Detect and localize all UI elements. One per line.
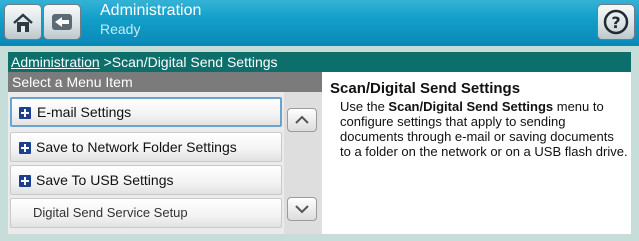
breadcrumb: Administration >Scan/Digital Send Settin… [8,52,631,72]
plus-icon [19,175,31,187]
chevron-down-icon [295,205,309,214]
help-title: Scan/Digital Send Settings [330,80,521,97]
menu-item-label: Save to Network Folder Settings [36,139,237,155]
menu-scrollbar [284,92,322,234]
menu-item-label: E-mail Settings [37,104,132,120]
help-pane: Scan/Digital Send Settings Use the Scan/… [330,80,628,159]
menu-item-label: Save To USB Settings [36,172,174,188]
help-icon: ? [603,9,629,35]
breadcrumb-link-administration[interactable]: Administration [11,54,100,70]
main-panel: Select a Menu Item E-mail Settings Save … [8,72,631,234]
help-text-bold: Scan/Digital Send Settings [388,99,554,114]
svg-text:?: ? [611,13,620,32]
scroll-down-button[interactable] [287,197,317,221]
menu-item-label: Digital Send Service Setup [33,205,188,220]
top-bar: Administration Ready ? [0,0,639,46]
scroll-up-button[interactable] [287,108,317,132]
plus-icon [19,107,31,119]
home-icon [13,13,33,32]
menu-header: Select a Menu Item [8,72,322,92]
menu-item-save-to-network-folder-settings[interactable]: Save to Network Folder Settings [10,132,282,162]
menu-item-email-settings[interactable]: E-mail Settings [10,97,282,127]
back-button[interactable] [43,4,81,40]
menu-item-save-to-usb-settings[interactable]: Save To USB Settings [10,165,282,195]
breadcrumb-current: Scan/Digital Send Settings [111,54,278,70]
device-status: Ready [100,21,141,37]
help-text: Use the Scan/Digital Send Settings menu … [340,99,628,159]
menu-list: E-mail Settings Save to Network Folder S… [8,92,284,234]
help-button[interactable]: ? [597,4,635,40]
chevron-up-icon [295,115,309,124]
menu-item-digital-send-service-setup[interactable]: Digital Send Service Setup [10,198,282,228]
home-button[interactable] [4,4,42,40]
back-arrow-icon [52,14,72,30]
plus-icon [19,142,31,154]
breadcrumb-separator: > [99,54,112,70]
app-title: Administration [100,2,202,19]
help-text-part: Use the [340,99,389,114]
